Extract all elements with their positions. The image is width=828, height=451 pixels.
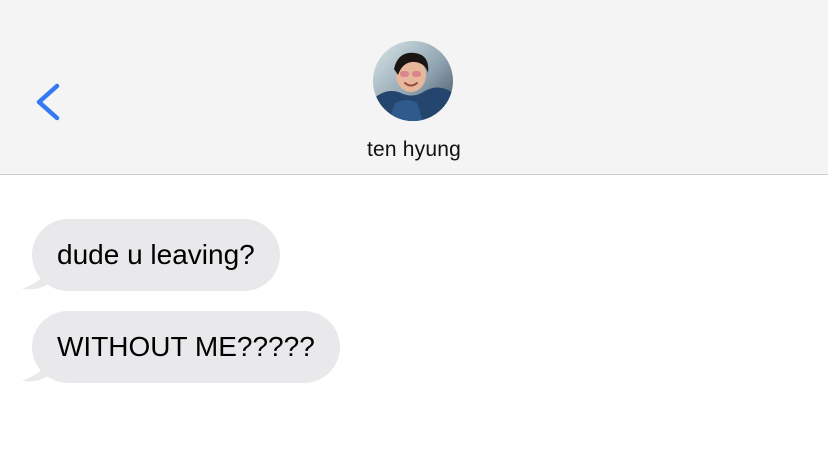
incoming-message-bubble[interactable]: dude u leaving? (22, 219, 280, 291)
incoming-message-bubble[interactable]: WITHOUT ME????? (22, 311, 340, 383)
bubble-tail (22, 269, 50, 290)
message-text: dude u leaving? (57, 239, 255, 270)
message-thread: dude u leaving? WITHOUT ME????? (0, 175, 828, 451)
message-text: WITHOUT ME????? (57, 331, 315, 362)
contact-avatar-photo (373, 41, 453, 121)
chevron-left-icon (36, 83, 60, 121)
conversation-header: ten hyung (0, 0, 828, 175)
back-button[interactable] (26, 78, 70, 126)
contact-name[interactable]: ten hyung (0, 138, 828, 162)
bubble-tail (22, 361, 50, 382)
avatar[interactable] (373, 41, 453, 121)
